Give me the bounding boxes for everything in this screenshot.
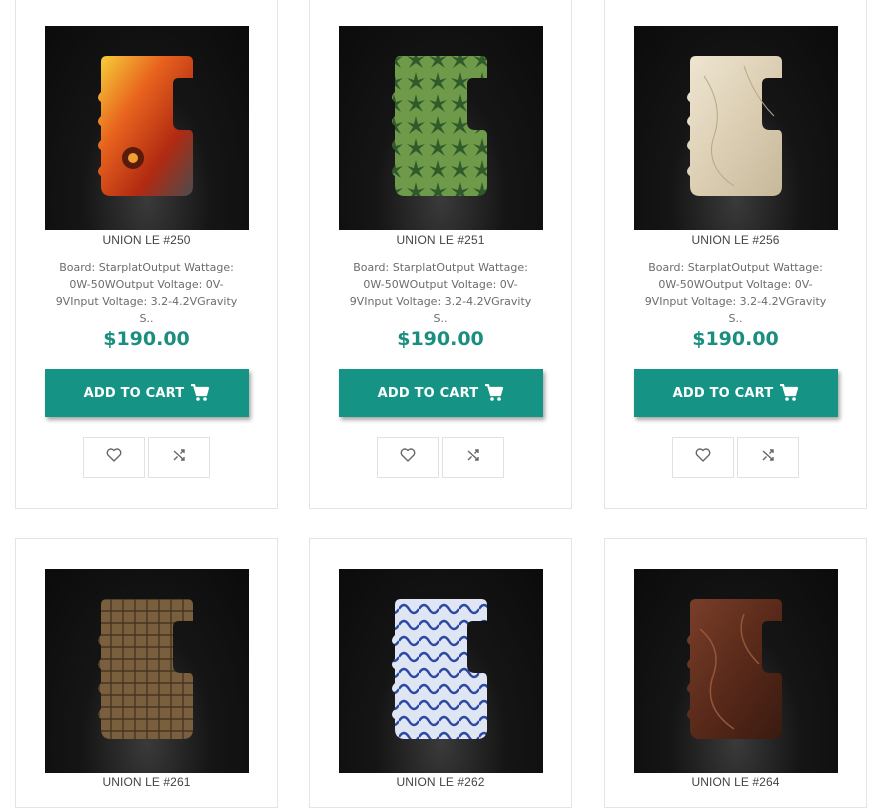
product-description: Board: StarplatOutput Wattage: 0W-50WOut…	[349, 261, 532, 325]
mod-cream-marble-image	[687, 56, 782, 196]
shuffle-icon	[172, 448, 186, 467]
add-to-cart-label: ADD TO CART	[83, 385, 185, 401]
product-price: $190.00	[397, 328, 484, 350]
cart-icon	[190, 384, 210, 402]
product-name[interactable]: UNION LE #251	[310, 233, 571, 247]
mod-green-leaf-image	[392, 56, 487, 196]
add-to-wishlist-button[interactable]	[377, 437, 439, 478]
add-to-cart-button[interactable]: ADD TO CART	[339, 369, 543, 417]
cart-icon	[779, 384, 799, 402]
product-description: Board: StarplatOutput Wattage: 0W-50WOut…	[644, 261, 827, 325]
mod-flame-skull-image	[98, 56, 193, 196]
compare-button[interactable]	[737, 437, 799, 478]
add-to-cart-button[interactable]: ADD TO CART	[634, 369, 838, 417]
product-name[interactable]: UNION LE #250	[16, 233, 277, 247]
add-to-wishlist-button[interactable]	[83, 437, 145, 478]
cart-icon	[484, 384, 504, 402]
heart-icon	[400, 448, 416, 467]
compare-button[interactable]	[442, 437, 504, 478]
add-to-cart-label: ADD TO CART	[377, 385, 479, 401]
product-image[interactable]	[45, 26, 249, 230]
compare-button[interactable]	[148, 437, 210, 478]
add-to-wishlist-button[interactable]	[672, 437, 734, 478]
mod-bronze-croc-image	[98, 599, 193, 739]
product-price: $190.00	[103, 328, 190, 350]
product-image[interactable]	[634, 26, 838, 230]
heart-icon	[695, 448, 711, 467]
product-description: Board: StarplatOutput Wattage: 0W-50WOut…	[55, 261, 238, 325]
shuffle-icon	[761, 448, 775, 467]
product-image[interactable]	[634, 569, 838, 773]
product-name[interactable]: UNION LE #261	[16, 775, 277, 789]
add-to-cart-button[interactable]: ADD TO CART	[45, 369, 249, 417]
product-name[interactable]: UNION LE #264	[605, 775, 866, 789]
heart-icon	[106, 448, 122, 467]
product-card: UNION LE #250 Board: StarplatOutput Watt…	[15, 0, 278, 509]
product-image[interactable]	[339, 569, 543, 773]
product-name[interactable]: UNION LE #262	[310, 775, 571, 789]
product-image[interactable]	[45, 569, 249, 773]
product-price: $190.00	[692, 328, 779, 350]
shuffle-icon	[466, 448, 480, 467]
product-card: UNION LE #264	[604, 538, 867, 808]
mod-brown-wood-image	[687, 599, 782, 739]
product-card: UNION LE #251 Board: StarplatOutput Watt…	[309, 0, 572, 509]
product-card: UNION LE #262	[309, 538, 572, 808]
product-image[interactable]	[339, 26, 543, 230]
product-card: UNION LE #256 Board: StarplatOutput Watt…	[604, 0, 867, 509]
add-to-cart-label: ADD TO CART	[672, 385, 774, 401]
product-name[interactable]: UNION LE #256	[605, 233, 866, 247]
mod-blue-wave-image	[392, 599, 487, 739]
product-card: UNION LE #261	[15, 538, 278, 808]
